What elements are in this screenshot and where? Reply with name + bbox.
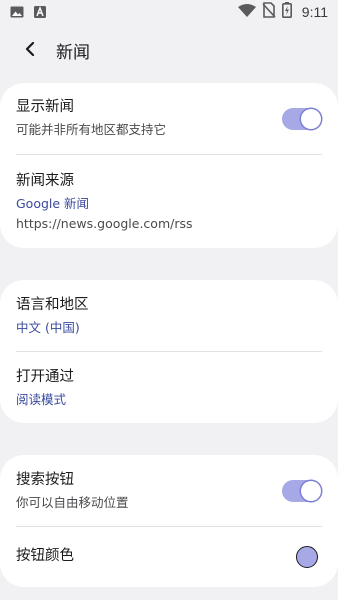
search-button-card: 搜索按钮 你可以自由移动位置 按钮颜色 bbox=[0, 455, 338, 587]
open-with-title: 打开通过 bbox=[16, 369, 74, 385]
toggle-knob bbox=[301, 109, 321, 129]
app-bar: 新闻 bbox=[0, 28, 338, 72]
news-source-row[interactable]: 新闻来源 Google 新闻 https://news.google.com/r… bbox=[16, 155, 322, 248]
language-row[interactable]: 语言和地区 中文 (中国) bbox=[16, 280, 322, 351]
news-source-value: Google 新闻 bbox=[16, 196, 90, 211]
page-title: 新闻 bbox=[56, 42, 90, 63]
news-source-url: https://news.google.com/rss bbox=[16, 216, 193, 231]
battery-charging-icon bbox=[281, 2, 292, 22]
image-icon bbox=[10, 3, 24, 22]
no-sim-icon bbox=[262, 2, 276, 22]
button-color-row[interactable]: 按钮颜色 bbox=[16, 527, 322, 587]
news-source-title: 新闻来源 bbox=[16, 173, 74, 189]
show-news-row[interactable]: 显示新闻 可能并非所有地区都支持它 bbox=[16, 83, 322, 154]
show-news-toggle[interactable] bbox=[282, 108, 322, 130]
button-color-title: 按钮颜色 bbox=[16, 548, 74, 564]
back-arrow-icon bbox=[24, 41, 36, 60]
news-settings-card: 显示新闻 可能并非所有地区都支持它 新闻来源 Google 新闻 https:/… bbox=[0, 83, 338, 248]
button-color-swatch[interactable] bbox=[296, 546, 318, 568]
language-card: 语言和地区 中文 (中国) 打开通过 阅读模式 bbox=[0, 280, 338, 423]
toggle-knob bbox=[301, 481, 321, 501]
open-with-value: 阅读模式 bbox=[16, 392, 67, 407]
search-button-subtitle: 你可以自由移动位置 bbox=[16, 495, 129, 510]
show-news-title: 显示新闻 bbox=[16, 99, 74, 115]
search-button-title: 搜索按钮 bbox=[16, 472, 74, 488]
search-button-toggle[interactable] bbox=[282, 480, 322, 502]
status-bar: 9:11 bbox=[0, 0, 338, 24]
language-title: 语言和地区 bbox=[16, 297, 89, 313]
font-icon bbox=[34, 3, 46, 22]
search-button-row[interactable]: 搜索按钮 你可以自由移动位置 bbox=[16, 455, 322, 526]
open-with-row[interactable]: 打开通过 阅读模式 bbox=[16, 352, 322, 423]
back-button[interactable] bbox=[8, 28, 52, 72]
language-value: 中文 (中国) bbox=[16, 320, 80, 335]
status-time: 9:11 bbox=[301, 4, 328, 20]
wifi-icon bbox=[237, 3, 256, 22]
show-news-subtitle: 可能并非所有地区都支持它 bbox=[16, 122, 167, 137]
